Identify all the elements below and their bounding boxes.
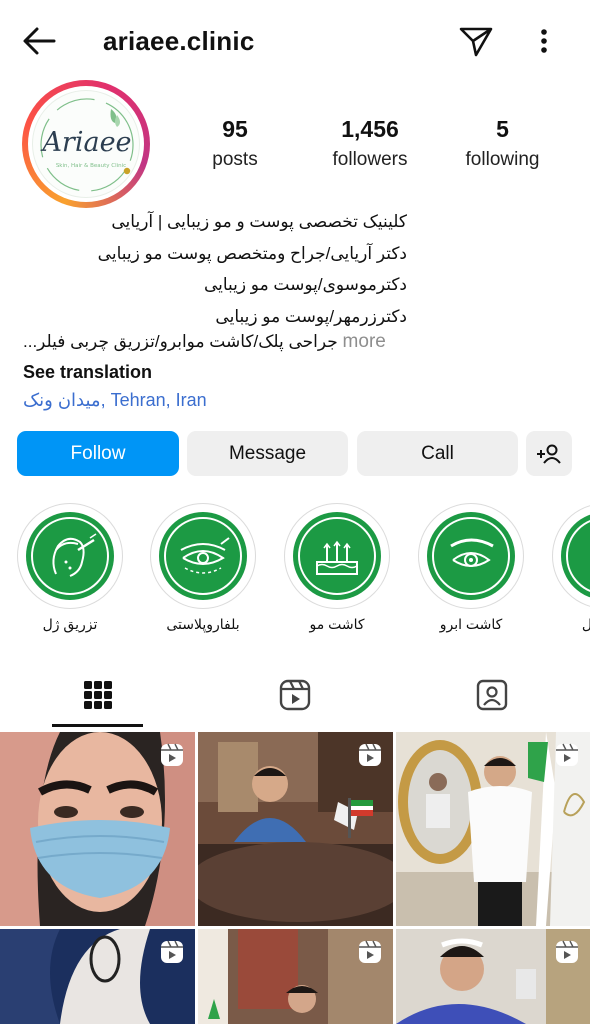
bio-more-link[interactable]: more [343,331,386,352]
arrow-left-icon[interactable] [20,24,60,58]
top-bar: ariaee.clinic [0,0,590,82]
reel-indicator-icon [554,742,580,768]
bio-last-line: جراحی پلک/کاشت موابرو/تزریق چربی فیلر...… [23,331,386,353]
profile-tabs [0,662,590,730]
eye-surgery-icon [180,537,230,574]
call-button[interactable]: Call [357,431,518,476]
highlight-label: بلفاروپلاستی [166,616,240,632]
eyebrow-icon [450,538,494,567]
avatar-logo-subtext: Skin, Hair & Beauty Clinic [56,163,126,169]
bio-line: دکترزرمهر/پوست مو زیبایی [215,306,407,326]
posts-stat[interactable]: 95 posts [200,116,270,171]
paper-plane-icon[interactable] [456,22,496,60]
posts-grid [0,732,590,1024]
tab-posts-grid[interactable] [0,662,196,728]
reel-indicator-icon [554,939,580,965]
grid-post[interactable] [396,732,590,926]
reel-indicator-icon [357,939,383,965]
grid-post[interactable] [198,732,393,926]
reels-icon [279,679,311,711]
highlight-eyebrow-transplant[interactable]: کاشت ابرو [418,503,524,632]
profile-username: ariaee.clinic [103,26,255,56]
follow-button[interactable]: Follow [17,431,179,476]
highlight-label: ل [581,616,590,632]
followers-stat[interactable]: 1,456 followers [320,116,420,171]
add-user-icon [537,444,561,464]
bio-line: جراحی پلک/کاشت موابرو/تزریق چربی فیلر... [23,332,338,351]
highlight-gel-injection[interactable]: تزریق ژل [17,503,123,632]
reel-indicator-icon [357,742,383,768]
grid-icon [84,681,112,709]
reel-indicator-icon [159,939,185,965]
reel-indicator-icon [159,742,185,768]
active-tab-indicator [52,724,143,727]
story-ring[interactable]: Ariaee Skin, Hair & Beauty Clinic [22,80,150,208]
posts-label: posts [212,149,258,170]
bio-line: کلینیک تخصصی پوست و مو زیبایی | آریایی [111,212,407,231]
bio: کلینیک تخصصی پوست و مو زیبایی | آریایی د… [98,206,407,332]
more-vertical-icon[interactable] [528,22,560,60]
bio-line: دکتر آریایی/جراح ومتخصص پوست مو زیبایی [97,243,407,263]
highlight-blepharoplasty[interactable]: بلفاروپلاستی [150,503,256,632]
highlight-label: کاشت مو [309,616,365,632]
following-label: following [465,149,540,170]
hair-follicle-icon [316,540,358,575]
grid-post[interactable] [0,929,195,1024]
following-stat[interactable]: 5 following [455,116,550,171]
bio-line: دکترموسوی/پوست مو زیبایی [203,275,407,294]
tagged-icon [476,679,508,711]
grid-post[interactable] [0,732,195,926]
following-count: 5 [496,116,509,142]
face-injection-icon [52,533,97,577]
see-translation-link[interactable]: See translation [23,362,152,383]
tab-reels[interactable] [197,662,393,728]
grid-post[interactable] [396,929,590,1024]
followers-label: followers [332,149,408,170]
tab-tagged[interactable] [394,662,590,728]
location-link[interactable]: میدان ونک, Tehran, Iran [23,390,207,411]
highlight-label: تزریق ژل [42,616,98,632]
grid-post[interactable] [198,929,393,1024]
highlight-partial[interactable]: ل [552,503,590,632]
message-button[interactable]: Message [187,431,348,476]
avatar[interactable]: Ariaee Skin, Hair & Beauty Clinic [32,90,140,198]
posts-count: 95 [222,116,248,142]
add-user-button[interactable] [526,431,572,476]
followers-count: 1,456 [341,116,399,142]
highlight-hair-transplant[interactable]: کاشت مو [284,503,390,632]
avatar-logo-text: Ariaee [39,127,131,158]
